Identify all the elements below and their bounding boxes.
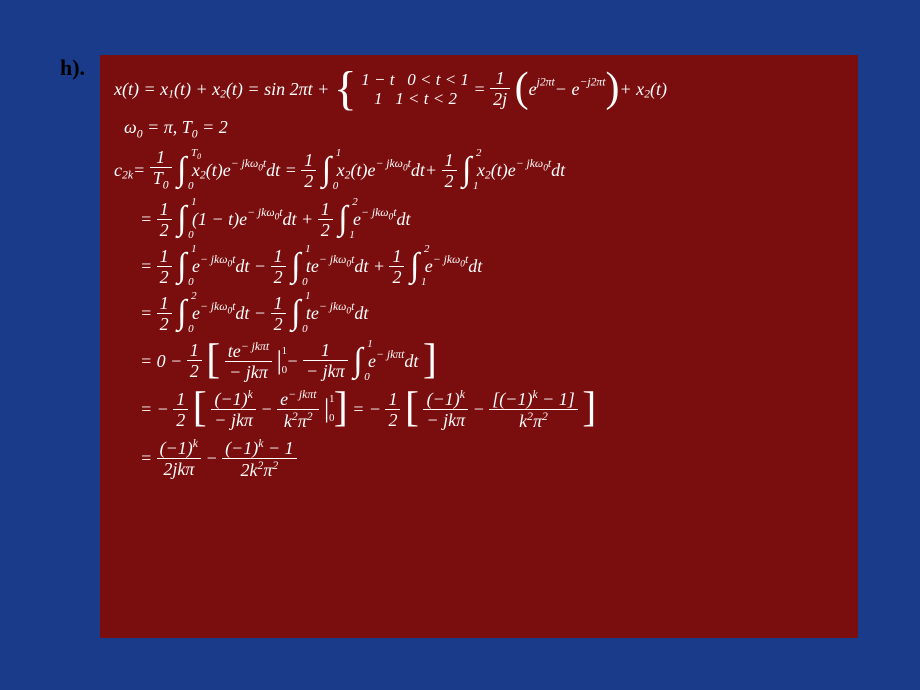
- equation-line-2: ω0 = π, T0 = 2: [124, 118, 848, 140]
- text: 1: [374, 89, 383, 108]
- num: 1: [490, 69, 510, 88]
- fraction: (−1)k2jkπ: [157, 438, 201, 478]
- left-bracket-icon: [: [206, 342, 220, 380]
- text: =: [140, 210, 152, 228]
- integral-icon: ∫10: [322, 151, 331, 189]
- sup: j2πt: [537, 76, 555, 89]
- integral-icon: ∫10: [291, 247, 300, 285]
- text: 1 < t < 2: [395, 89, 457, 108]
- piecewise: 1 − t 0 < t < 1 1 1 < t < 2: [361, 69, 469, 109]
- den: T: [153, 168, 163, 188]
- text: =: [133, 161, 145, 179]
- integral-icon: ∫21: [462, 151, 471, 189]
- integral-icon: ∫21: [338, 200, 347, 238]
- text: +: [425, 161, 437, 179]
- fraction: 12: [301, 151, 316, 190]
- integral-icon: ∫10: [177, 200, 186, 238]
- text: + x: [620, 80, 645, 98]
- right-bracket-icon: ]: [334, 390, 348, 428]
- fraction: (−1)k − 12k2π2: [222, 438, 296, 479]
- text: (t) = sin 2πt +: [226, 80, 329, 98]
- math-derivation: x(t) = x 1 (t) + x 2 (t) = sin 2πt + { 1 − t…: [100, 55, 858, 638]
- text: = π, T: [143, 117, 192, 137]
- integral-icon: ∫10: [353, 342, 362, 380]
- num: 1: [150, 148, 172, 167]
- text: c: [114, 161, 122, 179]
- eval-bar-icon: |10: [277, 348, 282, 374]
- item-label: h).: [60, 55, 85, 81]
- text: (t) + x: [174, 80, 220, 98]
- equation-line-8: = − 12 [ (−1)k− jkπ − e− jkπtk2π2 |10 ] …: [140, 389, 848, 430]
- fraction: 1− jkπ: [303, 341, 348, 380]
- text: (t): [650, 80, 667, 98]
- right-paren-icon: ): [606, 70, 620, 108]
- fraction: 12: [442, 151, 457, 190]
- fraction: 12j: [490, 69, 510, 108]
- num: 1: [301, 151, 316, 170]
- sup: −j2πt: [579, 76, 605, 89]
- sub: 0: [163, 179, 169, 192]
- equation-line-9: = (−1)k2jkπ − (−1)k − 12k2π2: [140, 438, 848, 479]
- right-bracket-icon: ]: [582, 390, 596, 428]
- fraction: 12: [157, 200, 172, 239]
- integral-icon: ∫21: [410, 247, 419, 285]
- text: ω: [124, 117, 137, 137]
- fraction: (−1)k− jkπ: [211, 389, 256, 429]
- fraction: 1T0: [150, 148, 172, 191]
- equation-line-1: x(t) = x1(t) + x2(t) = sin 2πt + { 1 − t…: [114, 67, 848, 110]
- equation-line-4: = 12 ∫10 (1 − t)e− jkω0tdt + 12 ∫21 e− j…: [140, 200, 848, 239]
- right-bracket-icon: ]: [423, 342, 437, 380]
- equation-line-3: c2k = 1T0 ∫T00 x2(t)e− jkω0tdt = 12 ∫10 …: [114, 148, 848, 191]
- text: x(t) = x: [114, 80, 168, 98]
- equation-line-5: = 12 ∫10 e− jkω0tdt − 12 ∫10 te− jkω0tdt…: [140, 247, 848, 286]
- text: 1 − t: [361, 70, 394, 89]
- left-brace-icon: {: [334, 67, 357, 110]
- text: = 2: [198, 117, 228, 137]
- equation-line-6: = 12 ∫20 e− jkω0tdt − 12 ∫10 te− jkω0tdt: [140, 294, 848, 333]
- text: 0 < t < 1: [407, 70, 469, 89]
- left-bracket-icon: [: [405, 390, 419, 428]
- eval-bar-icon: |10: [324, 396, 329, 422]
- left-paren-icon: (: [515, 70, 529, 108]
- integral-icon: ∫10: [177, 247, 186, 285]
- integral-icon: ∫T00: [177, 151, 186, 189]
- fraction: te− jkπt− jkπ: [225, 341, 272, 381]
- den: 2: [301, 170, 316, 190]
- text: =: [473, 80, 485, 98]
- fraction: (−1)k− jkπ: [423, 389, 468, 429]
- equation-line-7: = 0 − 12 [ te− jkπt− jkπ |10 − 1− jkπ ∫1…: [140, 341, 848, 381]
- integral-icon: ∫10: [291, 294, 300, 332]
- fraction: e− jkπtk2π2: [277, 389, 319, 430]
- fraction: 12: [318, 200, 333, 239]
- fraction: [(−1)k − 1]k2π2: [489, 389, 577, 430]
- sub: 2k: [122, 169, 133, 182]
- text: x: [192, 161, 200, 179]
- integral-icon: ∫20: [177, 294, 186, 332]
- text: (t)e: [206, 161, 231, 179]
- left-bracket-icon: [: [193, 390, 207, 428]
- den: 2j: [490, 88, 510, 108]
- text: dt =: [266, 161, 297, 179]
